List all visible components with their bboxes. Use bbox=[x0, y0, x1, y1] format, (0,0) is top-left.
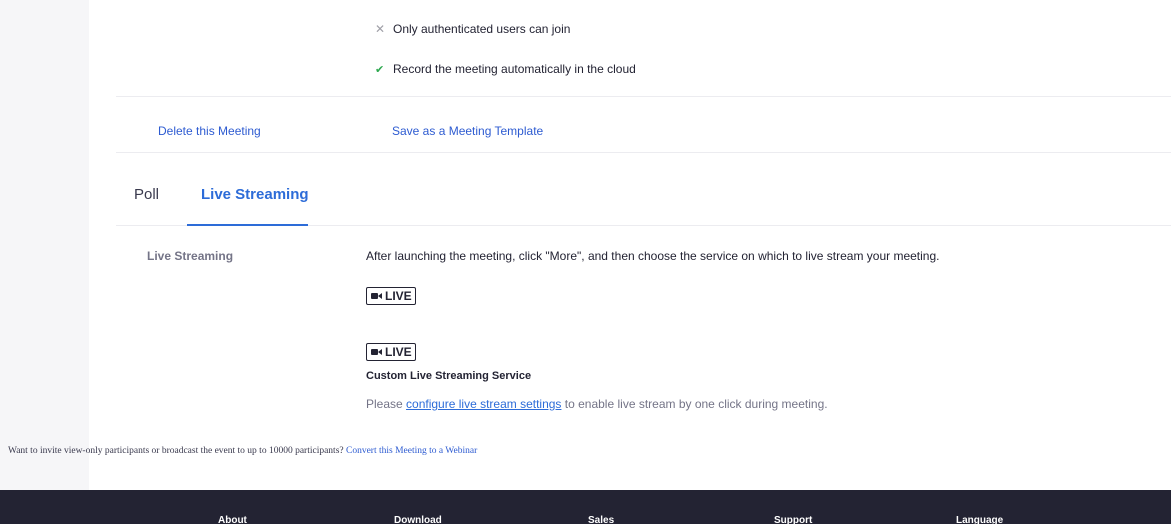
divider bbox=[116, 96, 1171, 97]
live-streaming-description: After launching the meeting, click "More… bbox=[366, 249, 940, 263]
note-suffix: to enable live stream by one click durin… bbox=[561, 397, 828, 411]
live-streaming-label: Live Streaming bbox=[147, 249, 234, 263]
custom-service-note: Please configure live stream settings to… bbox=[366, 397, 828, 411]
option-authenticated-users: ✕ Only authenticated users can join bbox=[375, 22, 570, 36]
footer: About Download Sales Support Language bbox=[0, 490, 1171, 526]
divider bbox=[116, 152, 1171, 153]
left-gutter bbox=[0, 0, 89, 490]
custom-service-title: Custom Live Streaming Service bbox=[366, 370, 532, 382]
active-tab-indicator bbox=[187, 224, 308, 226]
live-badge-label: LIVE bbox=[385, 289, 412, 303]
delete-meeting-link[interactable]: Delete this Meeting bbox=[158, 124, 261, 138]
convert-to-webinar-link[interactable]: Convert this Meeting to a Webinar bbox=[346, 446, 477, 456]
footer-support[interactable]: Support bbox=[774, 515, 812, 526]
live-button[interactable]: LIVE bbox=[366, 287, 416, 305]
save-template-link[interactable]: Save as a Meeting Template bbox=[392, 124, 543, 138]
option-label: Record the meeting automatically in the … bbox=[393, 62, 636, 76]
footer-sales[interactable]: Sales bbox=[588, 515, 614, 526]
video-camera-icon bbox=[371, 292, 382, 300]
footer-about[interactable]: About bbox=[218, 515, 247, 526]
tab-poll[interactable]: Poll bbox=[134, 186, 159, 203]
live-badge-label: LIVE bbox=[385, 345, 412, 359]
check-icon: ✔ bbox=[375, 63, 385, 76]
custom-live-button[interactable]: LIVE bbox=[366, 343, 416, 361]
tab-live-streaming[interactable]: Live Streaming bbox=[201, 186, 309, 203]
webinar-text: Want to invite view-only participants or… bbox=[8, 446, 346, 456]
x-icon: ✕ bbox=[375, 22, 386, 36]
configure-live-stream-link[interactable]: configure live stream settings bbox=[406, 397, 561, 411]
note-prefix: Please bbox=[366, 397, 407, 411]
webinar-note: Want to invite view-only participants or… bbox=[8, 446, 477, 456]
footer-download[interactable]: Download bbox=[394, 515, 442, 526]
option-cloud-recording: ✔ Record the meeting automatically in th… bbox=[375, 62, 636, 76]
footer-language[interactable]: Language bbox=[956, 515, 1003, 526]
option-label: Only authenticated users can join bbox=[393, 22, 571, 36]
video-camera-icon bbox=[371, 348, 382, 356]
